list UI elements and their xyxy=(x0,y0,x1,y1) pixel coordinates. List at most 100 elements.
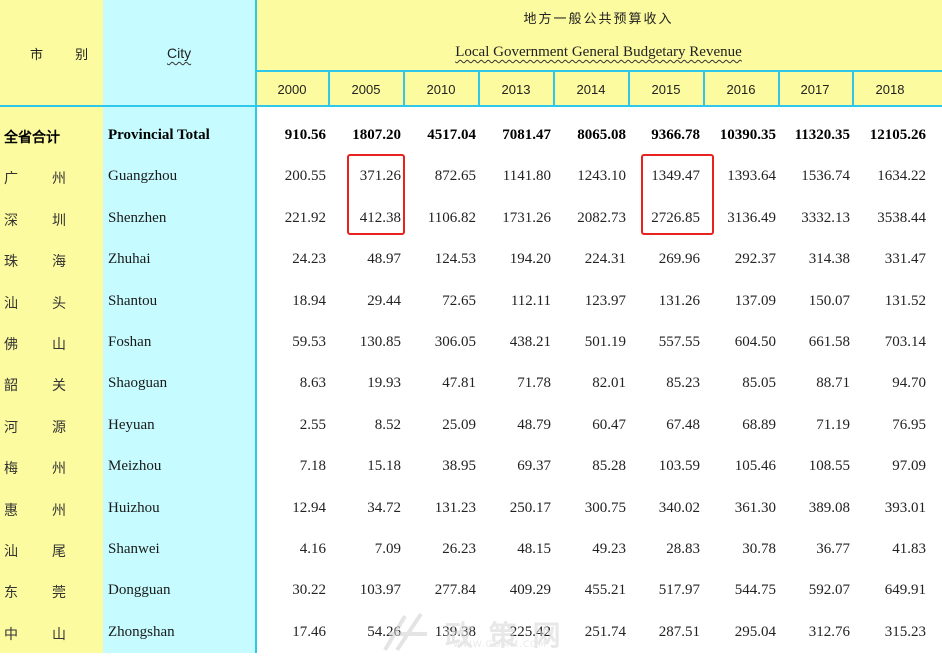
revenue-cell: 224.31 xyxy=(584,251,626,268)
revenue-cell: 60.47 xyxy=(592,416,626,433)
revenue-cell: 592.07 xyxy=(808,582,850,599)
table-row: 汕尾 Shanwei 4.16 7.09 26.23 48.15 49.23 28.83 30.… xyxy=(0,529,942,570)
revenue-cell: 3538.44 xyxy=(877,209,926,226)
revenue-cell: 393.01 xyxy=(884,499,926,516)
revenue-cell: 517.97 xyxy=(658,582,700,599)
table-row: 珠海 Zhuhai 24.23 48.97 124.53 194.20 224.31 269.… xyxy=(0,239,942,280)
revenue-cell: 10390.35 xyxy=(719,127,776,143)
revenue-cell: 38.95 xyxy=(442,458,476,475)
city-name-chinese: 中山 xyxy=(4,626,100,643)
revenue-cell: 137.09 xyxy=(734,292,776,309)
revenue-cell: 409.29 xyxy=(509,582,551,599)
revenue-cell: 25.09 xyxy=(442,416,476,433)
revenue-cell: 872.65 xyxy=(434,168,476,185)
city-name-chinese: 韶关 xyxy=(4,378,100,395)
year-header-2013: 2013 xyxy=(501,82,531,97)
revenue-cell: 501.19 xyxy=(584,334,626,350)
city-name-chinese: 全省合计 xyxy=(4,130,60,146)
revenue-cell: 7.09 xyxy=(374,541,401,557)
revenue-cell: 340.02 xyxy=(658,499,700,516)
year-header-2005: 2005 xyxy=(351,82,381,97)
year-header-2018: 2018 xyxy=(875,82,905,97)
city-name-chinese: 河源 xyxy=(4,419,100,436)
revenue-cell: 49.23 xyxy=(592,541,626,557)
revenue-cell: 1393.64 xyxy=(727,168,776,185)
revenue-cell: 26.23 xyxy=(442,541,476,557)
year-header-2015: 2015 xyxy=(651,82,681,97)
revenue-cell: 1731.26 xyxy=(502,209,551,226)
city-name-english: Foshan xyxy=(108,334,152,350)
revenue-cell: 1141.80 xyxy=(502,168,551,185)
revenue-cell: 300.75 xyxy=(584,499,626,516)
revenue-cell: 19.93 xyxy=(367,375,401,392)
revenue-cell: 455.21 xyxy=(584,582,626,599)
revenue-cell: 41.83 xyxy=(892,541,926,557)
revenue-cell: 69.37 xyxy=(517,458,551,475)
city-name-chinese: 汕尾 xyxy=(4,544,100,560)
year-header-top-rule xyxy=(255,70,942,72)
revenue-cell: 112.11 xyxy=(510,292,551,309)
revenue-cell: 910.56 xyxy=(284,127,326,143)
revenue-cell: 97.09 xyxy=(892,458,926,475)
city-name-english: Shaoguan xyxy=(108,375,168,392)
table-row: 汕头 Shantou 18.94 29.44 72.65 112.11 123.97 131.… xyxy=(0,281,942,322)
revenue-cell: 8.63 xyxy=(299,375,326,392)
revenue-cell: 3136.49 xyxy=(727,209,776,226)
watermark-url: WWW.GDMM.COM xyxy=(453,640,547,650)
city-name-english: Huizhou xyxy=(108,499,160,516)
revenue-cell: 314.38 xyxy=(808,251,850,268)
table-row: 梅州 Meizhou 7.18 15.18 38.95 69.37 85.28 103.59 1… xyxy=(0,446,942,487)
city-name-english: Heyuan xyxy=(108,416,155,433)
revenue-cell: 108.55 xyxy=(808,458,850,475)
city-name-chinese: 珠海 xyxy=(4,254,100,271)
table-row: 惠州 Huizhou 12.94 34.72 131.23 250.17 300.75 340… xyxy=(0,488,942,529)
revenue-cell: 9366.78 xyxy=(651,127,700,143)
year-header-2014: 2014 xyxy=(576,82,606,97)
revenue-cell: 34.72 xyxy=(367,499,401,516)
revenue-cell: 94.70 xyxy=(892,375,926,392)
revenue-cell: 123.97 xyxy=(584,292,626,309)
city-name-english: Shantou xyxy=(108,292,158,309)
revenue-cell: 287.51 xyxy=(658,623,700,640)
revenue-cell: 71.78 xyxy=(517,375,551,392)
city-name-chinese: 广州 xyxy=(4,171,100,188)
city-name-chinese: 佛山 xyxy=(4,337,100,353)
revenue-cell: 150.07 xyxy=(808,292,850,309)
watermark-logo-icon xyxy=(383,612,427,652)
revenue-cell: 30.22 xyxy=(292,582,326,599)
revenue-cell: 1807.20 xyxy=(352,127,401,143)
revenue-cell: 2082.73 xyxy=(577,209,626,226)
revenue-cell: 85.28 xyxy=(592,458,626,475)
revenue-cell: 8065.08 xyxy=(577,127,626,143)
city-name-chinese: 东莞 xyxy=(4,585,100,602)
highlight-box xyxy=(347,154,405,235)
header-city-label: City xyxy=(167,45,192,61)
revenue-cell: 331.47 xyxy=(884,251,926,268)
revenue-cell: 47.81 xyxy=(442,375,476,392)
revenue-cell: 292.37 xyxy=(734,251,776,268)
city-name-chinese: 深圳 xyxy=(4,212,100,229)
revenue-cell: 131.52 xyxy=(884,292,926,309)
revenue-cell: 8.52 xyxy=(374,416,401,433)
table-row: 河源 Heyuan 2.55 8.52 25.09 48.79 60.47 67.48 68.8… xyxy=(0,405,942,446)
revenue-cell: 12.94 xyxy=(292,499,326,516)
revenue-cell: 82.01 xyxy=(592,375,626,392)
revenue-cell: 48.15 xyxy=(517,541,551,557)
highlight-box xyxy=(641,154,714,235)
revenue-cell: 4517.04 xyxy=(427,127,476,143)
revenue-cell: 105.46 xyxy=(734,458,776,475)
revenue-cell: 2.55 xyxy=(299,416,326,433)
city-name-english: Provincial Total xyxy=(108,127,210,143)
city-name-english: Dongguan xyxy=(108,582,171,599)
revenue-cell: 29.44 xyxy=(367,292,401,309)
revenue-cell: 7081.47 xyxy=(502,127,551,143)
table-row: 东莞 Dongguan 30.22 103.97 277.84 409.29 455.21 5… xyxy=(0,570,942,611)
revenue-cell: 131.23 xyxy=(434,499,476,516)
revenue-cell: 131.26 xyxy=(658,292,700,309)
revenue-cell: 221.92 xyxy=(284,209,326,226)
city-name-english: Shenzhen xyxy=(108,209,167,226)
header-chinese-city-label: 市 别 xyxy=(30,48,103,63)
revenue-cell: 649.91 xyxy=(884,582,926,599)
revenue-cell: 15.18 xyxy=(367,458,401,475)
revenue-cell: 315.23 xyxy=(884,623,926,640)
